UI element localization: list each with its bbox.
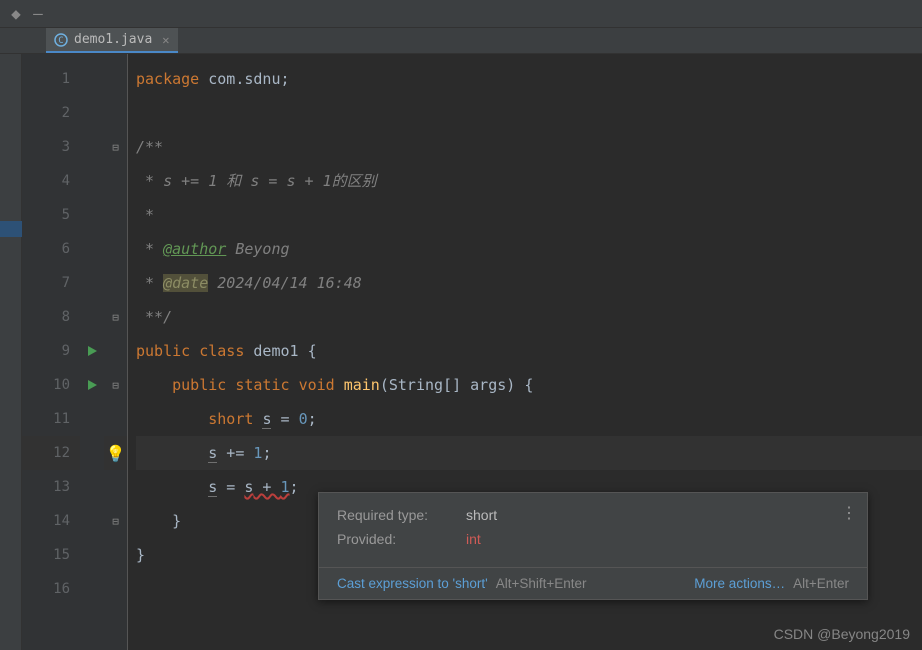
line-number[interactable]: 15 xyxy=(22,538,80,572)
punct: ; xyxy=(281,70,290,88)
line-number[interactable]: 1 xyxy=(22,62,80,96)
line-number[interactable]: 13 xyxy=(22,470,80,504)
titlebar: ◆ — xyxy=(0,0,922,28)
line-number[interactable]: 7 xyxy=(22,266,80,300)
line-number[interactable]: 10 xyxy=(22,368,80,402)
fold-gutter: ⊟ ⊟ ⊟ 💡 ⊟ xyxy=(104,54,128,650)
comment: Beyong xyxy=(226,240,289,258)
close-icon[interactable]: ✕ xyxy=(162,33,169,47)
keyword: public xyxy=(136,342,199,360)
comment: /** xyxy=(136,138,163,156)
line-number[interactable]: 6 xyxy=(22,232,80,266)
watermark: CSDN @Beyong2019 xyxy=(774,626,910,642)
class-name: demo1 xyxy=(253,342,307,360)
comment: * xyxy=(136,274,163,292)
comment: * xyxy=(136,206,154,224)
punct: } xyxy=(136,546,145,564)
keyword: void xyxy=(299,376,344,394)
cast-action-link[interactable]: Cast expression to 'short' xyxy=(337,576,488,591)
punct: } xyxy=(136,512,181,530)
comment: **/ xyxy=(136,308,172,326)
lightbulb-icon[interactable]: 💡 xyxy=(106,444,126,463)
java-file-icon: C xyxy=(54,33,68,47)
params: (String[] args) { xyxy=(380,376,534,394)
line-number[interactable]: 3 xyxy=(22,130,80,164)
keyword: package xyxy=(136,70,199,88)
method-name: main xyxy=(344,376,380,394)
variable: s xyxy=(208,478,217,497)
tool-window-strip[interactable] xyxy=(0,54,22,650)
line-number[interactable]: 8 xyxy=(22,300,80,334)
line-number[interactable]: 5 xyxy=(22,198,80,232)
fold-start-icon[interactable]: ⊟ xyxy=(112,379,119,392)
javadoc-tag: @author xyxy=(163,240,226,258)
tab-file[interactable]: C demo1.java ✕ xyxy=(46,28,178,53)
fold-end-icon[interactable]: ⊟ xyxy=(112,515,119,528)
provided-type-value: int xyxy=(466,531,481,547)
tab-bar: C demo1.java ✕ xyxy=(0,28,922,54)
side-highlight xyxy=(0,221,22,237)
number: 1 xyxy=(281,478,290,496)
comment: * s += 1 和 s = s + 1的区别 xyxy=(136,172,377,190)
required-type-value: short xyxy=(466,507,497,523)
line-number[interactable]: 12 xyxy=(22,436,80,470)
comment: * xyxy=(136,240,163,258)
keyword: class xyxy=(199,342,253,360)
more-actions-link[interactable]: More actions… xyxy=(694,576,785,591)
run-class-icon[interactable] xyxy=(80,334,104,368)
required-type-label: Required type: xyxy=(337,507,442,523)
comment: 2024/04/14 16:48 xyxy=(208,274,362,292)
tab-filename: demo1.java xyxy=(74,32,152,47)
error-tooltip: ⋮ Required type: short Provided: int Cas… xyxy=(318,492,868,600)
more-options-icon[interactable]: ⋮ xyxy=(841,503,857,523)
number: 0 xyxy=(299,410,308,428)
svg-text:C: C xyxy=(58,36,63,46)
keyword: static xyxy=(235,376,298,394)
keyword: public xyxy=(172,376,235,394)
fold-start-icon[interactable]: ⊟ xyxy=(112,141,119,154)
line-number-gutter: 1 2 3 4 5 6 7 8 9 10 11 12 13 14 15 16 xyxy=(22,54,80,650)
line-number[interactable]: 4 xyxy=(22,164,80,198)
run-method-icon[interactable] xyxy=(80,368,104,402)
javadoc-tag: @date xyxy=(163,274,208,292)
line-number[interactable]: 11 xyxy=(22,402,80,436)
window-minimize-icon[interactable]: — xyxy=(32,8,44,20)
punct: { xyxy=(308,342,317,360)
package-name: com.sdnu xyxy=(199,70,280,88)
more-shortcut: Alt+Enter xyxy=(793,576,849,591)
line-number[interactable]: 14 xyxy=(22,504,80,538)
run-gutter xyxy=(80,54,104,650)
line-number[interactable]: 9 xyxy=(22,334,80,368)
line-number[interactable]: 16 xyxy=(22,572,80,606)
window-control-icon[interactable]: ◆ xyxy=(10,8,22,20)
cast-shortcut: Alt+Shift+Enter xyxy=(496,576,587,591)
fold-end-icon[interactable]: ⊟ xyxy=(112,311,119,324)
variable: s xyxy=(208,444,217,463)
keyword: short xyxy=(208,410,262,428)
provided-type-label: Provided: xyxy=(337,531,442,547)
line-number[interactable]: 2 xyxy=(22,96,80,130)
